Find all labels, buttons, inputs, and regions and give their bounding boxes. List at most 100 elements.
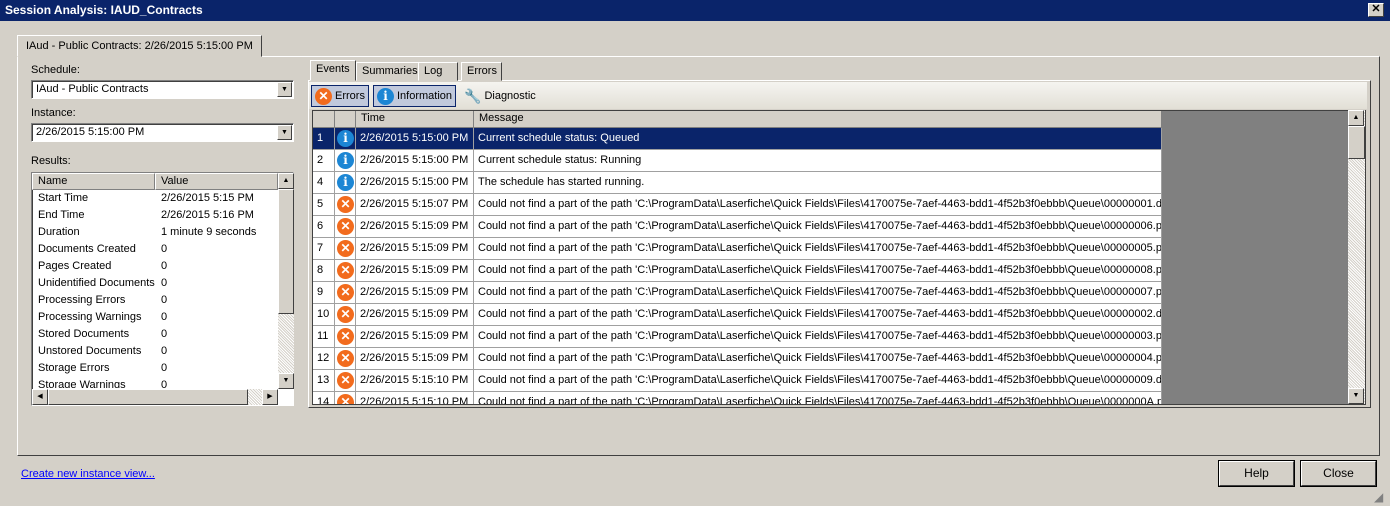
tab-errors[interactable]: Errors <box>461 62 502 81</box>
result-name: Documents Created <box>38 243 136 255</box>
results-row[interactable]: Unstored Documents 0 <box>32 343 278 360</box>
event-time: 2/26/2015 5:15:09 PM <box>356 282 474 303</box>
result-value: 1 minute 9 seconds <box>161 226 257 238</box>
event-time: 2/26/2015 5:15:10 PM <box>356 392 474 404</box>
event-row[interactable]: 7 ✕ 2/26/2015 5:15:09 PM Could not find a p… <box>313 238 1162 260</box>
results-header-value[interactable]: Value <box>155 173 278 190</box>
results-row[interactable]: Storage Errors 0 <box>32 360 278 377</box>
result-name: Start Time <box>38 192 89 204</box>
results-horizontal-scrollbar[interactable]: ◀ ▶ <box>32 389 278 405</box>
tab-log[interactable]: Log <box>418 62 458 81</box>
results-row[interactable]: Storage Warnings 0 <box>32 377 278 388</box>
error-icon: ✕ <box>337 328 354 345</box>
event-row[interactable]: 2 i 2/26/2015 5:15:00 PM Current schedule s… <box>313 150 1162 172</box>
information-filter-button[interactable]: i Information <box>373 85 457 107</box>
event-time: 2/26/2015 5:15:09 PM <box>356 326 474 347</box>
event-row[interactable]: 1 i 2/26/2015 5:15:00 PM Current schedule s… <box>313 128 1162 150</box>
event-type: i <box>335 172 356 193</box>
window-title: Session Analysis: IAUD_Contracts <box>5 3 203 17</box>
event-time: 2/26/2015 5:15:10 PM <box>356 370 474 391</box>
help-button[interactable]: Help <box>1219 461 1294 486</box>
schedule-dropdown[interactable]: IAud - Public Contracts ▼ <box>31 80 294 99</box>
result-value: 2/26/2015 5:15 PM <box>161 192 254 204</box>
results-row[interactable]: End Time 2/26/2015 5:16 PM <box>32 207 278 224</box>
header-time[interactable]: Time <box>356 111 474 128</box>
tab-summaries[interactable]: Summaries <box>356 62 424 81</box>
event-row[interactable]: 4 i 2/26/2015 5:15:00 PM The schedule has s… <box>313 172 1162 194</box>
scroll-right-icon[interactable]: ▶ <box>262 389 278 405</box>
event-time: 2/26/2015 5:15:09 PM <box>356 304 474 325</box>
grid-header: Time Message <box>313 111 1162 128</box>
results-row[interactable]: Processing Errors 0 <box>32 292 278 309</box>
results-row[interactable]: Pages Created 0 <box>32 258 278 275</box>
scroll-up-icon[interactable]: ▲ <box>1348 110 1364 126</box>
error-icon: ✕ <box>337 350 354 367</box>
results-row[interactable]: Stored Documents 0 <box>32 326 278 343</box>
scroll-up-icon[interactable]: ▲ <box>278 173 294 189</box>
event-message: Could not find a part of the path 'C:\Pr… <box>474 348 1162 369</box>
result-value: 0 <box>161 260 168 272</box>
grid-vertical-scrollbar[interactable]: ▲ ▼ <box>1348 110 1365 404</box>
results-list: Name Value Start Time 2/26/2015 5:15 PM En… <box>31 172 294 406</box>
chevron-down-icon[interactable]: ▼ <box>277 82 292 97</box>
event-type: ✕ <box>335 216 356 237</box>
event-row[interactable]: 14 ✕ 2/26/2015 5:15:10 PM Could not find a … <box>313 392 1162 404</box>
scroll-down-icon[interactable]: ▼ <box>1348 388 1364 404</box>
results-row[interactable]: Processing Warnings 0 <box>32 309 278 326</box>
error-icon: ✕ <box>337 218 354 235</box>
results-header-name[interactable]: Name <box>32 173 155 190</box>
event-row[interactable]: 11 ✕ 2/26/2015 5:15:09 PM Could not find a … <box>313 326 1162 348</box>
error-icon: ✕ <box>315 87 332 105</box>
result-name: Stored Documents <box>38 328 130 340</box>
event-row[interactable]: 6 ✕ 2/26/2015 5:15:09 PM Could not find a p… <box>313 216 1162 238</box>
event-row[interactable]: 10 ✕ 2/26/2015 5:15:09 PM Could not find a … <box>313 304 1162 326</box>
diagnostic-filter-button[interactable]: 🔧 Diagnostic <box>461 85 539 107</box>
event-number: 12 <box>313 348 335 369</box>
event-row[interactable]: 9 ✕ 2/26/2015 5:15:09 PM Could not find a p… <box>313 282 1162 304</box>
event-number: 4 <box>313 172 335 193</box>
result-value: 0 <box>161 277 168 289</box>
scrollbar-thumb[interactable] <box>1348 126 1365 159</box>
event-row[interactable]: 12 ✕ 2/26/2015 5:15:09 PM Could not find a … <box>313 348 1162 370</box>
event-message: Could not find a part of the path 'C:\Pr… <box>474 326 1162 347</box>
header-number[interactable] <box>313 111 335 128</box>
results-vertical-scrollbar[interactable]: ▲ ▼ <box>278 173 294 389</box>
results-row[interactable]: Unidentified Documents 0 <box>32 275 278 292</box>
results-row[interactable]: Start Time 2/26/2015 5:15 PM <box>32 190 278 207</box>
scrollbar-thumb[interactable] <box>48 389 248 405</box>
tab-session-instance[interactable]: IAud - Public Contracts: 2/26/2015 5:15:… <box>17 35 262 57</box>
event-row[interactable]: 13 ✕ 2/26/2015 5:15:10 PM Could not find a … <box>313 370 1162 392</box>
error-icon: ✕ <box>337 262 354 279</box>
results-row[interactable]: Duration 1 minute 9 seconds <box>32 224 278 241</box>
event-time: 2/26/2015 5:15:09 PM <box>356 216 474 237</box>
scroll-down-icon[interactable]: ▼ <box>278 373 294 389</box>
error-icon: ✕ <box>337 240 354 257</box>
scroll-left-icon[interactable]: ◀ <box>32 389 48 405</box>
result-name: Unidentified Documents <box>38 277 155 289</box>
event-filter-toolbar: ✕ Errors i Information 🔧 Diagnostic <box>309 82 1367 109</box>
result-value: 0 <box>161 362 168 374</box>
schedule-value: IAud - Public Contracts <box>36 83 149 95</box>
results-row[interactable]: Documents Created 0 <box>32 241 278 258</box>
tab-events[interactable]: Events <box>310 60 356 81</box>
chevron-down-icon[interactable]: ▼ <box>277 125 292 140</box>
errors-filter-button[interactable]: ✕ Errors <box>311 85 369 107</box>
resize-grip-icon[interactable]: ◢ <box>1374 490 1383 504</box>
header-type[interactable] <box>335 111 356 128</box>
result-value: 0 <box>161 379 168 388</box>
instance-dropdown[interactable]: 2/26/2015 5:15:00 PM ▼ <box>31 123 294 142</box>
scrollbar-thumb[interactable] <box>278 189 294 314</box>
error-icon: ✕ <box>337 372 354 389</box>
header-message[interactable]: Message <box>474 111 1162 128</box>
event-time: 2/26/2015 5:15:09 PM <box>356 348 474 369</box>
event-type: ✕ <box>335 392 356 404</box>
event-row[interactable]: 8 ✕ 2/26/2015 5:15:09 PM Could not find a p… <box>313 260 1162 282</box>
result-name: Processing Errors <box>38 294 126 306</box>
result-name: Duration <box>38 226 80 238</box>
window-close-button[interactable]: ✕ <box>1368 3 1384 17</box>
create-instance-view-link[interactable]: Create new instance view... <box>21 468 155 480</box>
event-row[interactable]: 5 ✕ 2/26/2015 5:15:07 PM Could not find a p… <box>313 194 1162 216</box>
close-button[interactable]: Close <box>1301 461 1376 486</box>
result-value: 0 <box>161 243 168 255</box>
event-number: 10 <box>313 304 335 325</box>
